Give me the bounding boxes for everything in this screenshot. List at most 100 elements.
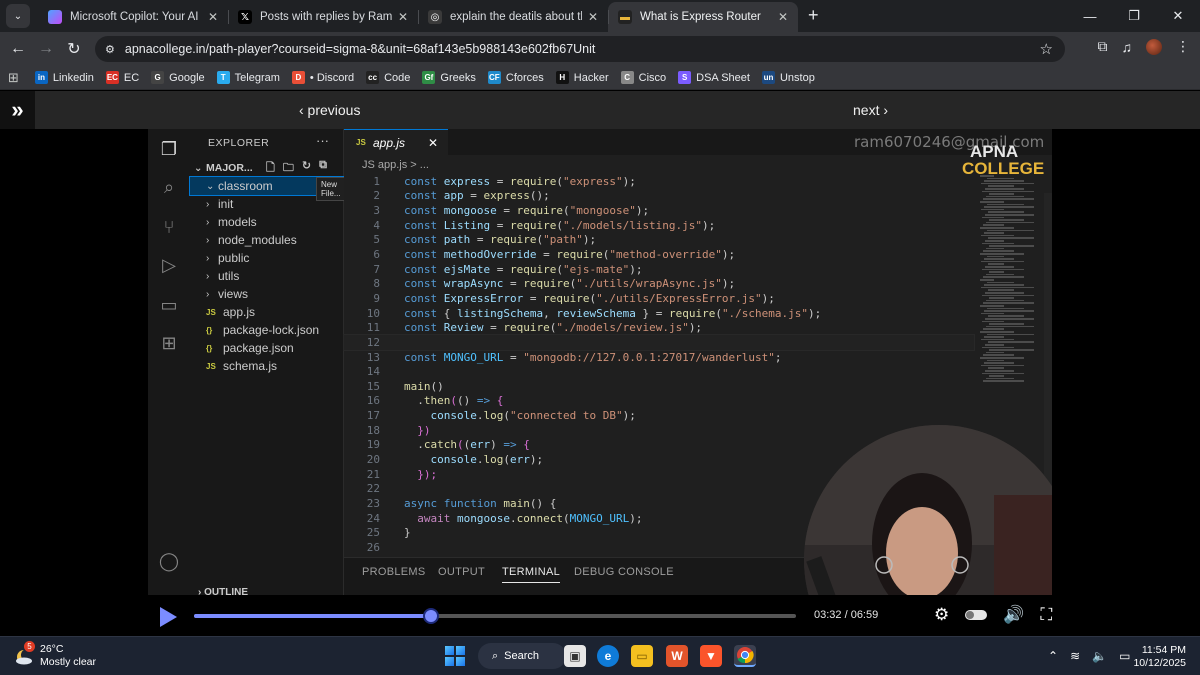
- browser-tab[interactable]: ▬ What is Express Router ✕: [608, 2, 798, 32]
- close-window-icon[interactable]: ✕: [1156, 0, 1200, 32]
- address-bar[interactable]: ⚙ apnacollege.in/path-player?courseid=si…: [95, 36, 1065, 62]
- fullscreen-icon[interactable]: ⛶: [1040, 605, 1052, 625]
- browser-tab[interactable]: Microsoft Copilot: Your AI comp ✕: [38, 2, 228, 32]
- wps-office-icon[interactable]: W: [666, 645, 688, 667]
- code-line: 17 console.log("connected to DB");: [366, 409, 636, 423]
- tab-search-icon[interactable]: ⌄: [6, 4, 30, 28]
- bookmark-item[interactable]: cc Code: [366, 71, 410, 84]
- browser-toolbar: ← → ↻ ⚙ apnacollege.in/path-player?cours…: [0, 32, 1200, 66]
- bookmark-label: EC: [123, 71, 140, 84]
- browser-tab[interactable]: ◎ explain the deatils about the wi ✕: [418, 2, 608, 32]
- play-icon[interactable]: [160, 607, 177, 627]
- volume-icon[interactable]: 🔊: [1003, 605, 1024, 625]
- code-line: 2 const app = express();: [373, 189, 550, 203]
- expand-sidebar-icon[interactable]: »: [0, 91, 35, 129]
- apna-college-icon: ▬: [618, 10, 632, 24]
- close-tab-icon[interactable]: ✕: [778, 10, 788, 24]
- editor-tab-app-js: JS app.js ✕: [344, 129, 448, 155]
- bookmark-star-icon[interactable]: ☆: [1040, 40, 1053, 58]
- code-line: 6 const methodOverride = require("method-…: [373, 248, 736, 262]
- chevron-right-icon: ›: [206, 216, 210, 228]
- close-tab-icon[interactable]: ✕: [208, 10, 218, 24]
- bookmark-label: Greeks: [440, 71, 476, 84]
- media-icon[interactable]: ♫: [1122, 39, 1133, 55]
- browser-tab-label: explain the deatils about the wi: [450, 11, 582, 23]
- close-tab-icon[interactable]: ✕: [398, 10, 408, 24]
- wifi-icon[interactable]: ≋: [1070, 649, 1080, 663]
- bookmark-item[interactable]: C Cisco: [620, 71, 667, 84]
- browser-tabstrip: ⌄ Microsoft Copilot: Your AI comp ✕ 𝕏 Posts…: [0, 0, 1200, 32]
- forward-icon[interactable]: →: [32, 40, 60, 58]
- chevron-up-icon[interactable]: ⌃: [1048, 649, 1058, 663]
- profile-avatar[interactable]: [1146, 38, 1162, 55]
- task-view-icon[interactable]: ▣: [564, 645, 586, 667]
- back-icon[interactable]: ←: [4, 40, 32, 58]
- bookmark-item[interactable]: H Hacker: [555, 71, 609, 84]
- taskbar-search[interactable]: ⌕ Search: [478, 643, 566, 669]
- close-tab-icon[interactable]: ✕: [588, 10, 598, 24]
- restore-icon[interactable]: ❐: [1112, 0, 1156, 32]
- vscode-activity-bar: ❐ ⌕ ⑂ ▷ ▭ ⊞ ◯: [148, 129, 190, 595]
- code-line: 1 const express = require("express");: [373, 174, 636, 188]
- chrome-icon[interactable]: [734, 645, 756, 667]
- site-info-icon[interactable]: ⚙: [105, 43, 115, 56]
- bookmark-label: DSA Sheet: [696, 71, 750, 84]
- next-button[interactable]: next ›: [853, 102, 888, 118]
- battery-icon[interactable]: ▭: [1119, 649, 1130, 663]
- code-line: 14: [366, 365, 380, 379]
- bookmark-label: Cforces: [505, 71, 544, 84]
- apps-grid-icon[interactable]: ⊞: [8, 70, 19, 86]
- file-explorer-icon[interactable]: ▭: [631, 645, 653, 667]
- clock[interactable]: 11:54 PM 10/12/2025: [1133, 644, 1186, 670]
- chevron-right-icon: ›: [206, 252, 210, 264]
- browser-tab[interactable]: 𝕏 Posts with replies by Rambilas S ✕: [228, 2, 418, 32]
- chatgpt-icon: ◎: [428, 10, 442, 24]
- bookmark-label: Cisco: [638, 71, 667, 84]
- seek-progress: [194, 614, 432, 618]
- bookmark-item[interactable]: S DSA Sheet: [678, 71, 750, 84]
- bookmark-item[interactable]: in Linkedin: [34, 71, 94, 84]
- clock-time: 11:54 PM: [1141, 644, 1186, 656]
- autoplay-toggle[interactable]: [965, 610, 988, 620]
- minimize-icon[interactable]: —: [1068, 0, 1112, 32]
- bookmark-item[interactable]: T Telegram: [216, 71, 280, 84]
- edge-icon[interactable]: e: [597, 645, 619, 667]
- bookmark-item[interactable]: G Google: [151, 71, 205, 84]
- extensions-icon[interactable]: ⧉: [1098, 38, 1108, 55]
- bookmark-icon: D: [291, 71, 305, 84]
- speaker-muted-icon[interactable]: 🔈: [1092, 649, 1107, 663]
- x-icon: 𝕏: [238, 10, 252, 24]
- new-tab-icon[interactable]: +: [808, 5, 819, 26]
- video-frame[interactable]: ❐ ⌕ ⑂ ▷ ▭ ⊞ ◯ EXPLORER ··· ⌄ MAJOR... 🗋 …: [148, 129, 1052, 595]
- brave-icon[interactable]: ▼: [700, 645, 722, 667]
- reload-icon[interactable]: ↻: [60, 39, 88, 59]
- search-icon: ⌕: [163, 176, 175, 197]
- code-line: 16 .then(() => {: [366, 394, 504, 408]
- code-line: 13 const MONGO_URL = "mongodb://127.0.0.1…: [366, 350, 782, 364]
- previous-button[interactable]: ‹ previous: [299, 102, 360, 118]
- bookmark-item[interactable]: Gf Greeks: [422, 71, 476, 84]
- menu-icon[interactable]: ⋮: [1176, 38, 1190, 55]
- tree-folder: › utils: [190, 267, 344, 285]
- seek-handle[interactable]: [423, 608, 440, 624]
- tree-item-label: models: [218, 215, 257, 229]
- bookmark-item[interactable]: CF Cforces: [487, 71, 544, 84]
- bookmark-icon: C: [620, 71, 634, 84]
- bookmark-label: Google: [169, 71, 205, 84]
- chevron-down-icon: ⌄: [206, 180, 215, 192]
- tree-item-label: utils: [218, 269, 240, 283]
- tree-item-label: schema.js: [223, 359, 278, 373]
- bookmark-item[interactable]: D • Discord: [291, 71, 355, 84]
- bookmark-item[interactable]: un Unstop: [761, 71, 815, 84]
- bookmark-item[interactable]: EC EC: [105, 71, 140, 84]
- tree-item-label: classroom: [218, 179, 273, 193]
- weather-widget[interactable]: 5 26°C Mostly clear: [14, 641, 96, 669]
- bookmark-label: • Discord: [309, 71, 355, 84]
- outline-section: › OUTLINE: [198, 587, 248, 595]
- code-line: 12: [343, 334, 975, 351]
- new-file-icon: 🗋: [266, 162, 275, 174]
- seek-bar[interactable]: [194, 608, 796, 624]
- start-button[interactable]: [445, 646, 465, 666]
- chevron-right-icon: ›: [206, 234, 210, 246]
- settings-gear-icon[interactable]: ⚙: [934, 605, 949, 625]
